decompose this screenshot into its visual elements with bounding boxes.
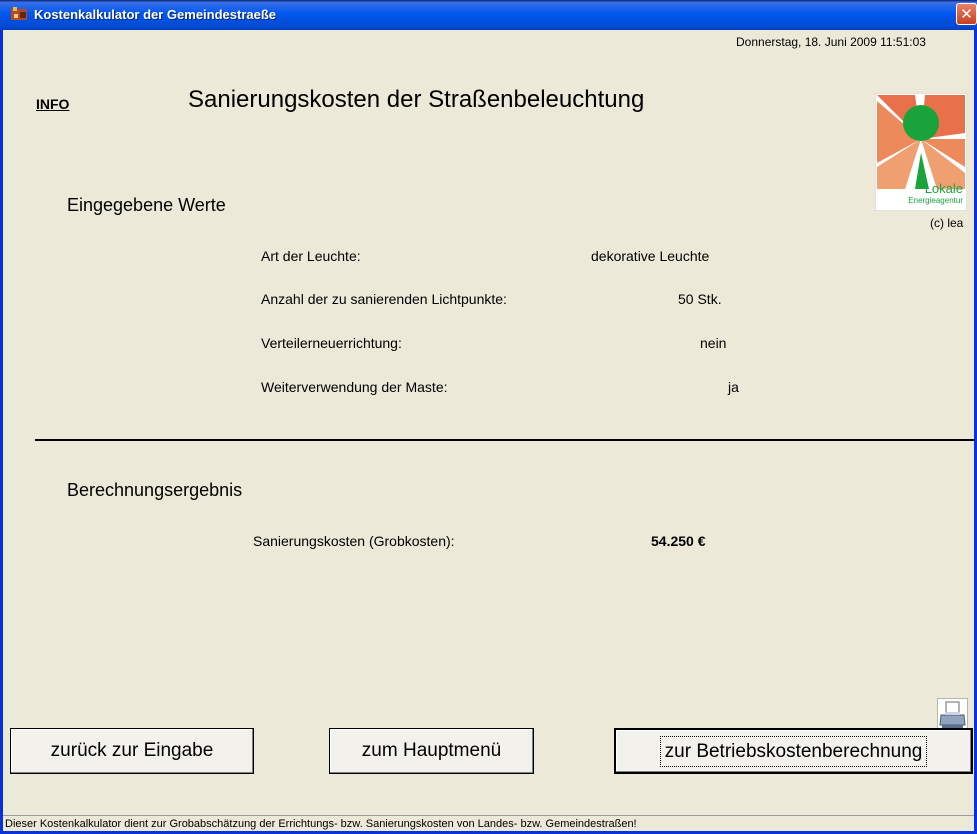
logo-text-sub: Energieagentur — [908, 196, 963, 205]
logo-sun — [903, 105, 939, 141]
section-divider — [35, 439, 975, 441]
app-icon — [11, 7, 27, 20]
close-button[interactable]: ✕ — [956, 3, 977, 25]
copyright-text: (c) lea — [930, 216, 964, 230]
inputs-section-title: Eingegebene Werte — [67, 195, 226, 215]
close-icon: ✕ — [960, 5, 973, 23]
lea-logo: Lokale Energieagentur — [875, 93, 967, 211]
back-to-input-button[interactable]: zurück zur Eingabe — [10, 728, 254, 774]
operating-costs-button-label: zur Betriebskostenberechnung — [659, 736, 928, 767]
main-menu-button-label: zum Hauptmenü — [361, 740, 502, 761]
row-value-light-points: 50 Stk. — [678, 291, 722, 307]
logo-text-main: Lokale — [925, 181, 963, 196]
result-value: 54.250 € — [651, 533, 706, 549]
datetime-display: Donnerstag, 18. Juni 2009 11:51:03 — [736, 35, 926, 49]
row-value-mast-reuse: ja — [728, 379, 739, 395]
row-value-distributor: nein — [700, 335, 727, 351]
result-label: Sanierungskosten (Grobkosten): — [253, 533, 455, 549]
main-menu-button[interactable]: zum Hauptmenü — [329, 728, 534, 774]
app-window: Kostenkalkulator der Gemeindestraeße ✕ D… — [0, 0, 977, 834]
window-title: Kostenkalkulator der Gemeindestraeße — [34, 7, 277, 22]
row-label-mast-reuse: Weiterverwendung der Maste: — [261, 379, 448, 395]
operating-costs-button[interactable]: zur Betriebskostenberechnung — [614, 728, 973, 774]
back-button-label: zurück zur Eingabe — [50, 740, 214, 761]
result-section-title: Berechnungsergebnis — [67, 480, 243, 500]
row-label-distributor: Verteilerneuerrichtung: — [261, 335, 402, 351]
status-bar: Dieser Kostenkalkulator dient zur Grobab… — [3, 815, 974, 831]
info-link[interactable]: INFO — [36, 96, 69, 112]
title-bar[interactable]: Kostenkalkulator der Gemeindestraeße ✕ — [0, 0, 977, 30]
row-label-luminaire-type: Art der Leuchte: — [261, 248, 361, 264]
page-title: Sanierungskosten der Straßenbeleuchtung — [188, 86, 645, 113]
row-value-luminaire-type: dekorative Leuchte — [591, 248, 710, 264]
row-label-light-points: Anzahl der zu sanierenden Lichtpunkte: — [261, 291, 507, 307]
